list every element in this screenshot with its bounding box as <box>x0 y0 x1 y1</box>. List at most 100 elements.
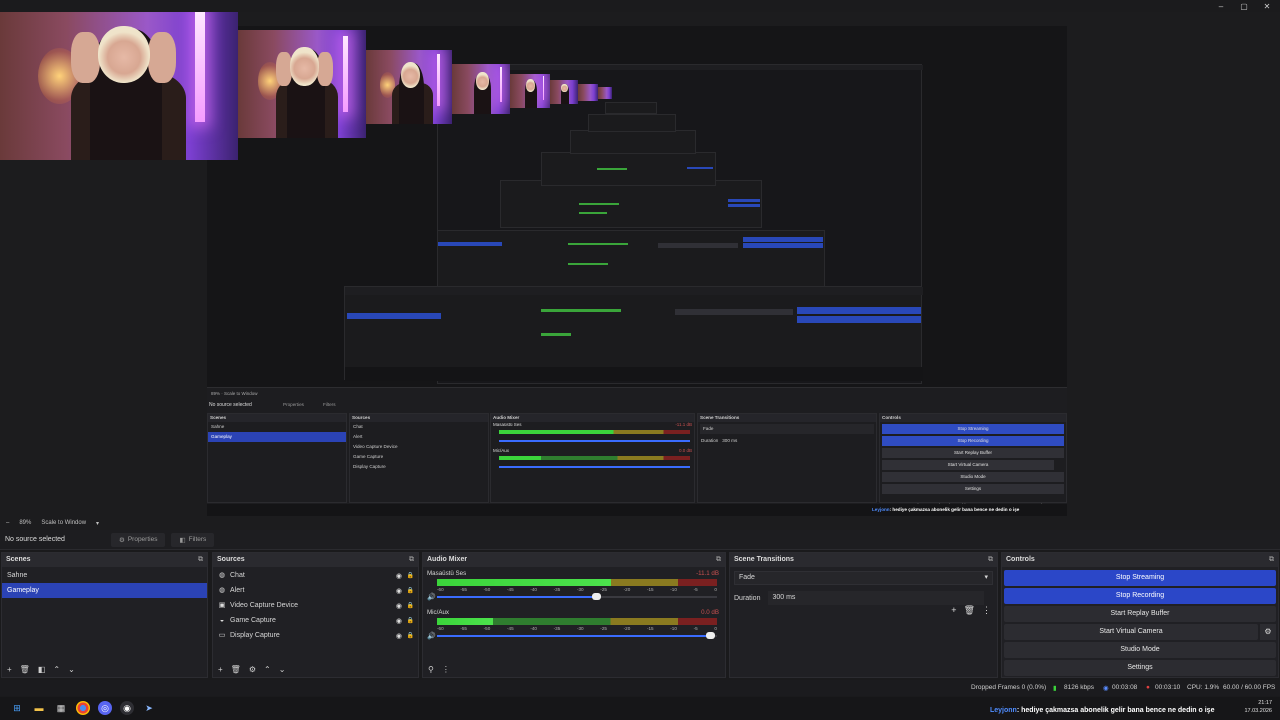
undock-icon[interactable]: ⧉ <box>988 553 993 567</box>
meter-tick-label: -25 <box>600 587 607 592</box>
scene-item-sahne[interactable]: Sahne <box>2 568 207 583</box>
studio-mode-button[interactable]: Studio Mode <box>1004 642 1276 658</box>
volume-slider-handle[interactable] <box>706 632 716 639</box>
mini-scenes-dock: Scenes Sahne Gameplay <box>207 413 347 503</box>
speaker-icon[interactable]: 🔊 <box>427 632 436 640</box>
meter-tick-label: -15 <box>646 626 654 631</box>
source-item-chat[interactable]: ◍ Chat ◉ 🔒 <box>213 568 418 583</box>
duration-input[interactable]: 300 ms <box>768 591 985 605</box>
cpu-usage: CPU: 1.9% <box>1187 684 1220 691</box>
lock-icon[interactable]: 🔒 <box>407 602 414 609</box>
webcam-feed <box>0 12 238 160</box>
eye-icon[interactable]: ◉ <box>396 632 402 640</box>
source-item-video-capture[interactable]: ▣ Video Capture Device ◉ 🔒 <box>213 598 418 613</box>
link-icon[interactable]: ⚲ <box>428 665 434 674</box>
stop-recording-button[interactable]: Stop Recording <box>1004 588 1276 604</box>
chevron-down-icon[interactable]: ⌄ <box>279 665 286 674</box>
settings-button[interactable]: Settings <box>1004 660 1276 676</box>
lock-icon[interactable]: 🔒 <box>407 587 414 594</box>
mixer-channel-desktop: Masaüstü Ses -11.1 dB -60 -55 -50 -45 -40 -35… <box>425 570 721 608</box>
close-button[interactable]: ✕ <box>1256 0 1278 12</box>
add-icon[interactable]: + <box>7 665 12 674</box>
filter-icon[interactable]: ◧ <box>38 665 46 674</box>
meter-tick-label: 0 <box>714 626 717 631</box>
source-item-alert[interactable]: ◍ Alert ◉ 🔒 <box>213 583 418 598</box>
windows-start-icon[interactable]: ⊞ <box>10 701 24 715</box>
stop-streaming-button[interactable]: Stop Streaming <box>1004 570 1276 586</box>
meter-tick-label: -60 <box>437 587 444 592</box>
speaker-icon[interactable]: 🔊 <box>427 593 436 601</box>
eye-icon[interactable]: ◉ <box>396 587 402 595</box>
eye-icon[interactable]: ◉ <box>396 602 402 610</box>
stream-time: 00:03:08 <box>1112 684 1138 691</box>
recursive-preview-level-3 <box>500 180 762 228</box>
duration-label: Duration <box>734 594 761 602</box>
title-bar: – ▢ ✕ <box>0 0 1280 12</box>
meter-tick-label: -20 <box>623 626 631 631</box>
context-bar: No source selected ⚙ Properties ◧ Filters <box>0 530 1280 550</box>
lock-icon[interactable]: 🔒 <box>407 572 414 579</box>
gear-icon[interactable]: ⚙ <box>249 665 256 674</box>
steam-icon[interactable]: ➤ <box>142 701 156 715</box>
undock-icon[interactable]: ⧉ <box>198 553 203 567</box>
system-clock: 21:17 17.03.2026 <box>1244 699 1272 715</box>
more-icon[interactable]: ⋮ <box>442 665 450 674</box>
recursive-preview-level-4 <box>541 152 716 186</box>
store-icon[interactable]: ▦ <box>54 701 68 715</box>
chevron-down-icon[interactable]: ⌄ <box>68 665 75 674</box>
start-replay-buffer-button[interactable]: Start Replay Buffer <box>1004 606 1276 622</box>
eye-icon[interactable]: ◉ <box>396 617 402 625</box>
audio-mixer-dock: Audio Mixer ⧉ Masaüstü Ses -11.1 dB -60 -5… <box>422 552 726 678</box>
mini-properties: Properties <box>283 402 304 407</box>
filters-button[interactable]: ◧ Filters <box>171 532 215 547</box>
transition-select[interactable]: Fade ▾ <box>734 571 993 585</box>
undock-icon[interactable]: ⧉ <box>716 553 721 567</box>
lock-icon[interactable]: 🔒 <box>407 617 414 624</box>
add-icon[interactable]: + <box>951 605 956 616</box>
webcam-feed-recursive-5 <box>550 80 578 104</box>
volume-slider[interactable] <box>437 593 717 600</box>
eye-icon[interactable]: ◉ <box>396 572 402 580</box>
undock-icon[interactable]: ⧉ <box>1269 553 1274 567</box>
source-item-display-capture[interactable]: ▭ Display Capture ◉ 🔒 <box>213 628 418 643</box>
maximize-button[interactable]: ▢ <box>1233 0 1255 12</box>
meter-tick-label: -50 <box>483 626 491 631</box>
add-icon[interactable]: + <box>218 665 223 674</box>
preview-canvas[interactable]: 89% · Scale to Window No source selected… <box>0 12 1280 516</box>
start-virtual-camera-button[interactable]: Start Virtual Camera <box>1004 624 1258 640</box>
stream-icon: ◉ <box>1103 685 1109 692</box>
chrome-icon[interactable] <box>76 701 90 715</box>
webcam-feed-recursive-6 <box>578 84 598 101</box>
trash-icon[interactable]: 🗑 <box>231 665 241 674</box>
scenes-title: Scenes ⧉ <box>2 553 207 567</box>
source-item-game-capture[interactable]: ◒ Game Capture ◉ 🔒 <box>213 613 418 628</box>
zoom-minus-icon[interactable]: – <box>6 520 9 526</box>
clock-time: 21:17 <box>1258 700 1272 706</box>
discord-icon[interactable]: ◎ <box>98 701 112 715</box>
scale-mode-dropdown[interactable]: Scale to Window <box>41 520 86 526</box>
properties-button[interactable]: ⚙ Properties <box>111 532 166 547</box>
scene-item-gameplay[interactable]: Gameplay <box>2 583 207 598</box>
chevron-down-icon[interactable]: ▾ <box>96 520 99 527</box>
meter-tick-label: -20 <box>623 587 631 592</box>
chevron-up-icon[interactable]: ⌃ <box>53 665 60 674</box>
volume-slider-handle[interactable] <box>591 593 601 600</box>
mixer-channel-mic: Mic/Aux 0.0 dB -60 -55 -50 -45 -40 -35 -30 -25-… <box>425 609 721 647</box>
duration-row: Duration 300 ms <box>734 591 985 605</box>
minimize-button[interactable]: – <box>1210 0 1232 12</box>
gear-icon[interactable]: ⚙ <box>1260 624 1276 640</box>
globe-icon: ◍ <box>218 571 226 579</box>
obs-icon[interactable]: ◉ <box>120 701 134 715</box>
lock-icon[interactable]: 🔒 <box>407 632 414 639</box>
more-icon[interactable]: ⋮ <box>982 605 991 616</box>
trash-icon[interactable]: 🗑 <box>20 665 30 674</box>
volume-slider[interactable] <box>437 632 717 639</box>
chevron-up-icon[interactable]: ⌃ <box>264 665 271 674</box>
meter-tick-label: -5 <box>693 587 698 592</box>
trash-icon[interactable]: 🗑 <box>964 605 975 616</box>
folder-icon[interactable]: ▬ <box>32 701 46 715</box>
monitor-icon: ▭ <box>218 631 226 639</box>
undock-icon[interactable]: ⧉ <box>409 553 414 567</box>
no-source-label: No source selected <box>5 536 65 543</box>
meter-tick-label: -15 <box>646 587 654 592</box>
